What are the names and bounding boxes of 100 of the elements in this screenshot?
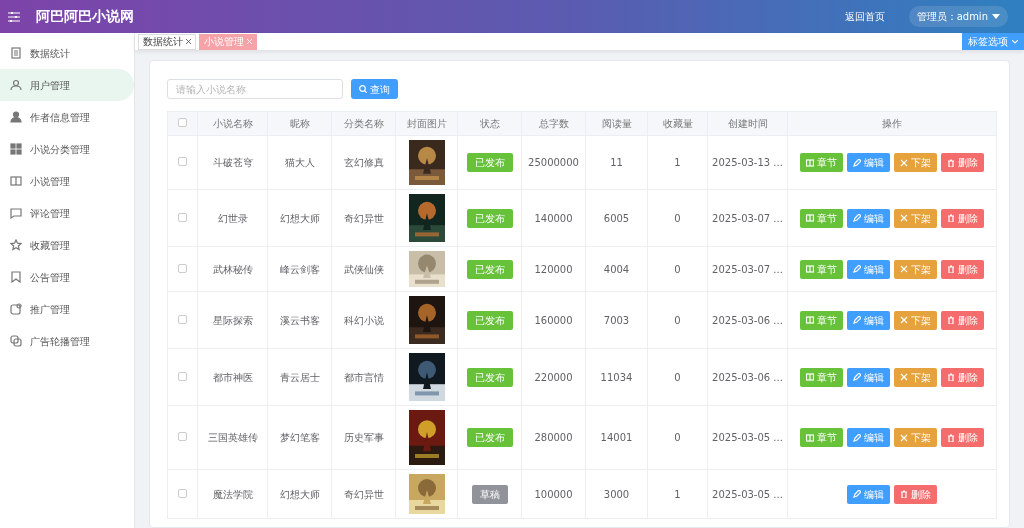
column-header: 操作	[787, 111, 997, 136]
checkbox[interactable]	[178, 118, 187, 127]
unpublish-button[interactable]: 下架	[894, 428, 937, 447]
table-cell: 1	[647, 469, 708, 519]
column-header: 封面图片	[395, 111, 458, 136]
sidebar-item[interactable]: 评论管理	[0, 197, 134, 229]
delete-button[interactable]: 删除	[941, 310, 984, 330]
table-cell: 溪云书客	[267, 291, 332, 349]
checkbox[interactable]	[178, 157, 187, 166]
table-cell: 280000	[521, 405, 586, 470]
table-cell: 160000	[521, 291, 586, 349]
home-link[interactable]: 返回首页	[844, 9, 885, 24]
delete-button[interactable]: 删除	[894, 484, 937, 504]
search-icon	[359, 85, 367, 93]
table-cell: 幻想大师	[267, 189, 332, 247]
table-cell: 0	[647, 405, 708, 470]
chapters-button[interactable]: 章节	[800, 208, 843, 228]
close-icon	[247, 39, 253, 44]
tab-options-button[interactable]: 标签选项	[962, 33, 1024, 50]
edit-button[interactable]: 编辑	[847, 367, 890, 387]
chapters-button[interactable]: 章节	[800, 153, 843, 172]
table-cell: 2025-03-07 ...	[707, 246, 788, 292]
delete-button[interactable]: 删除	[941, 153, 984, 172]
tab[interactable]: 数据统计	[138, 33, 197, 50]
table-cell: 武侠仙侠	[331, 246, 396, 292]
table-cell: 幻想大师	[267, 469, 332, 519]
status-tag: 已发布	[466, 367, 513, 387]
close-icon	[900, 158, 908, 167]
table-cell: 峰云剑客	[267, 246, 332, 292]
column-header: 小说名称	[197, 111, 268, 136]
unpublish-button[interactable]: 下架	[894, 310, 937, 330]
trash-icon	[947, 433, 955, 442]
edit-button[interactable]: 编辑	[847, 153, 890, 172]
column-header: 昵称	[267, 111, 332, 136]
checkbox[interactable]	[178, 371, 187, 381]
unpublish-button[interactable]: 下架	[894, 153, 937, 172]
search-button[interactable]: 查询	[351, 79, 398, 99]
delete-button[interactable]: 删除	[941, 367, 984, 387]
sidebar-item[interactable]: 作者信息管理	[0, 101, 134, 133]
delete-button[interactable]: 删除	[941, 259, 984, 279]
table-cell: 100000	[521, 469, 586, 519]
search-field[interactable]: 请输入小说名称	[167, 79, 343, 99]
table-cell: 玄幻修真	[331, 135, 396, 190]
table-cell: 魔法学院	[197, 469, 268, 519]
sidebar-item[interactable]: 广告轮播管理	[0, 325, 134, 357]
chevron-icon	[1012, 39, 1018, 44]
table-cell: 都市言情	[331, 348, 396, 406]
pencil-icon	[853, 214, 861, 222]
sidebar-item[interactable]: 公告管理	[0, 261, 134, 293]
table-cell: 奇幻异世	[331, 469, 396, 519]
edit-button[interactable]: 编辑	[847, 310, 890, 330]
chapters-button[interactable]: 章节	[800, 259, 843, 279]
unpublish-button[interactable]: 下架	[894, 259, 937, 279]
unpublish-button[interactable]: 下架	[894, 367, 937, 387]
column-header: 总字数	[521, 111, 586, 136]
table-cell: 2025-03-05 ...	[707, 405, 788, 470]
trash-icon	[947, 214, 955, 222]
sidebar-item[interactable]: 小说分类管理	[0, 133, 134, 165]
edit-button[interactable]: 编辑	[847, 208, 890, 228]
user-menu[interactable]: 管理员：admin	[908, 6, 1008, 27]
checkbox[interactable]	[178, 314, 187, 324]
tag-icon	[10, 303, 22, 315]
table-cell: 11034	[585, 348, 648, 406]
sidebar-item[interactable]: 小说管理	[0, 165, 134, 197]
status-tag: 草稿	[471, 484, 508, 504]
sidebar-item[interactable]: 收藏管理	[0, 229, 134, 261]
edit-button[interactable]: 编辑	[847, 428, 890, 447]
table-cell: 2025-03-06 ...	[707, 291, 788, 349]
table-cell: 2025-03-07 ...	[707, 189, 788, 247]
table-cell: 科幻小说	[331, 291, 396, 349]
delete-button[interactable]: 删除	[941, 428, 984, 447]
table-cell: 7003	[585, 291, 648, 349]
table-cell: 青云居士	[267, 348, 332, 406]
pencil-icon	[853, 265, 861, 273]
checkbox[interactable]	[178, 488, 187, 498]
column-header: 状态	[457, 111, 522, 136]
unpublish-button[interactable]: 下架	[894, 208, 937, 228]
checkbox[interactable]	[178, 212, 187, 222]
book-icon	[806, 214, 814, 222]
close-icon	[900, 373, 908, 381]
chapters-button[interactable]: 章节	[800, 367, 843, 387]
pencil-icon	[853, 433, 861, 442]
close-icon	[186, 39, 192, 44]
edit-button[interactable]: 编辑	[847, 484, 890, 504]
checkbox[interactable]	[178, 432, 187, 441]
table-cell: 都市神医	[197, 348, 268, 406]
tab[interactable]: 小说管理	[199, 33, 258, 50]
chapters-button[interactable]: 章节	[800, 310, 843, 330]
book-icon	[806, 158, 814, 167]
chapters-button[interactable]: 章节	[800, 428, 843, 447]
delete-button[interactable]: 删除	[941, 208, 984, 228]
edit-button[interactable]: 编辑	[847, 259, 890, 279]
trash-icon	[900, 490, 908, 498]
sidebar-item[interactable]: 用户管理	[0, 69, 134, 101]
table-cell: 120000	[521, 246, 586, 292]
status-tag: 已发布	[466, 428, 513, 447]
table-cell: 25000000	[521, 135, 586, 190]
checkbox[interactable]	[178, 263, 187, 273]
sidebar-item[interactable]: 数据统计	[0, 37, 134, 69]
sidebar-item[interactable]: 推广管理	[0, 293, 134, 325]
